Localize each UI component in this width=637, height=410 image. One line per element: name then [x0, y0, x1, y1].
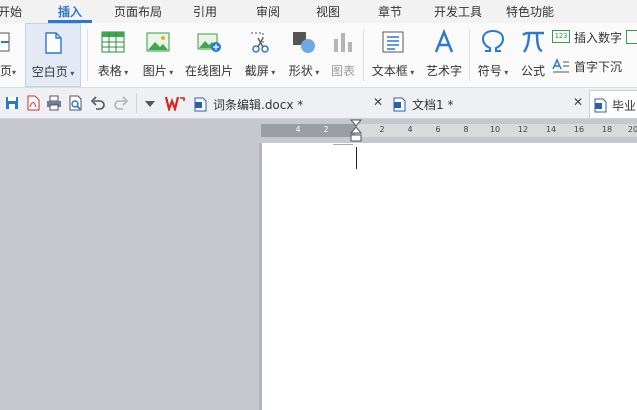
online-picture-icon [197, 33, 221, 52]
blank-page-button[interactable]: 空白页 ▾ [25, 23, 81, 87]
word-doc-icon [194, 97, 207, 112]
chart-button[interactable]: 图表 [326, 23, 360, 87]
ruler-margin-area [261, 124, 355, 137]
undo-icon[interactable] [90, 95, 106, 111]
pi-icon [522, 31, 544, 53]
shapes-button[interactable]: 形状 ▾ [284, 23, 324, 87]
drop-cap-button[interactable]: 首字下沉 [552, 58, 637, 76]
insert-number-button[interactable]: 123 插入数字 [552, 29, 637, 47]
picture-button[interactable]: 图片 ▾ [138, 23, 178, 87]
word-doc-icon [594, 98, 607, 113]
textbox-label: 文本框 [371, 64, 408, 78]
table-icon [101, 31, 125, 53]
formula-button[interactable]: 公式 [516, 23, 550, 87]
formula-label: 公式 [520, 64, 545, 78]
margin-corner-mark [333, 144, 353, 145]
online-picture-button[interactable]: 在线图片 [182, 23, 236, 87]
tab-insert[interactable]: 插入 [58, 3, 82, 20]
export-pdf-icon[interactable] [25, 95, 41, 111]
ruler-tick: 6 [435, 125, 441, 134]
document-tab-bar: 词条编辑.docx * ✕ 文档1 * ✕ 毕业 [0, 88, 637, 119]
next-item-icon [626, 30, 637, 44]
picture-icon [146, 32, 170, 52]
wordart-label: 艺术字 [425, 64, 462, 78]
ruler-tick: 4 [295, 125, 301, 134]
drop-cap-icon [552, 58, 569, 73]
tab-review[interactable]: 审阅 [256, 3, 280, 20]
symbol-button[interactable]: 符号 ▾ [473, 23, 513, 87]
chart-label: 图表 [330, 64, 355, 78]
ruler-tick: 2 [323, 125, 329, 134]
textbox-button[interactable]: 文本框 ▾ [367, 23, 419, 87]
ruler-tick: 14 [545, 125, 557, 134]
print-preview-icon[interactable] [67, 95, 83, 111]
blank-page-label: 空白页 [31, 65, 68, 79]
tab-developer[interactable]: 开发工具 [434, 3, 482, 20]
indent-marker-icon[interactable] [350, 119, 362, 143]
horizontal-ruler[interactable]: 4 2 2 4 6 8 10 12 14 16 18 20 [261, 124, 637, 137]
tab-page-layout[interactable]: 页面布局 [114, 3, 162, 20]
omega-icon [481, 29, 505, 52]
page-break-icon [0, 32, 10, 52]
ruler-tick: 16 [573, 125, 585, 134]
shapes-icon [293, 32, 315, 53]
document-tab-label: 文档1 * [412, 98, 454, 112]
customize-toolbar-icon[interactable] [144, 95, 156, 111]
wordart-button[interactable]: 艺术字 [422, 23, 466, 87]
ruler-tick: 18 [601, 125, 613, 134]
ruler-tick: 10 [489, 125, 501, 134]
screenshot-button[interactable]: 截屏 ▾ [240, 23, 280, 87]
divider [363, 29, 364, 81]
table-label: 表格 [97, 64, 122, 78]
ruler-tick: 2 [379, 125, 385, 134]
tab-chapter[interactable]: 章节 [378, 3, 402, 20]
close-tab-icon[interactable]: ✕ [573, 95, 583, 109]
page-button[interactable]: 页▾ [0, 23, 22, 87]
tab-special-features[interactable]: 特色功能 [506, 3, 554, 20]
document-tab-2[interactable]: 文档1 * [393, 90, 568, 118]
online-picture-label: 在线图片 [184, 64, 233, 78]
chart-icon [334, 33, 352, 52]
divider [136, 93, 137, 113]
shapes-label: 形状 [288, 64, 313, 78]
number-icon: 123 [552, 30, 570, 43]
word-doc-icon [393, 97, 406, 112]
document-tab-1[interactable]: 词条编辑.docx * [194, 90, 369, 118]
tab-view[interactable]: 视图 [316, 3, 340, 20]
ruler-tick: 4 [407, 125, 413, 134]
save-icon[interactable] [4, 95, 20, 111]
print-icon[interactable] [46, 95, 62, 111]
picture-label: 图片 [142, 64, 167, 78]
document-tab-3-active[interactable]: 毕业 [589, 90, 637, 118]
ruler-tick: 12 [517, 125, 529, 134]
document-tab-label: 毕业 [612, 99, 637, 113]
wps-logo-icon[interactable] [165, 95, 185, 111]
tab-references[interactable]: 引用 [193, 3, 217, 20]
close-tab-icon[interactable]: ✕ [373, 95, 383, 109]
tab-home[interactable]: 开始 [0, 3, 22, 20]
textbox-icon [382, 31, 404, 53]
divider [469, 29, 470, 81]
insert-ribbon: 页▾ 空白页 ▾ 表格 ▾ 图片 ▾ 在线图片 截屏 ▾ 形状 ▾ 图表 文本框… [0, 23, 637, 88]
drop-cap-label: 首字下沉 [574, 60, 623, 74]
document-page[interactable] [262, 143, 637, 410]
scissors-icon [251, 32, 269, 53]
wordart-icon [434, 29, 454, 53]
blank-page-icon [45, 32, 62, 54]
page-label: 页 [0, 64, 12, 78]
document-tab-label: 词条编辑.docx * [213, 98, 304, 112]
menu-bar: 开始 插入 页面布局 引用 审阅 视图 章节 开发工具 特色功能 [0, 0, 637, 24]
divider [87, 29, 88, 81]
screenshot-label: 截屏 [244, 64, 269, 78]
redo-icon[interactable] [113, 95, 129, 111]
insert-number-label: 插入数字 [574, 31, 623, 45]
text-cursor [356, 147, 357, 169]
ruler-tick: 20 [627, 125, 637, 134]
table-button[interactable]: 表格 ▾ [93, 23, 133, 87]
ruler-tick: 8 [463, 125, 469, 134]
symbol-label: 符号 [477, 64, 502, 78]
